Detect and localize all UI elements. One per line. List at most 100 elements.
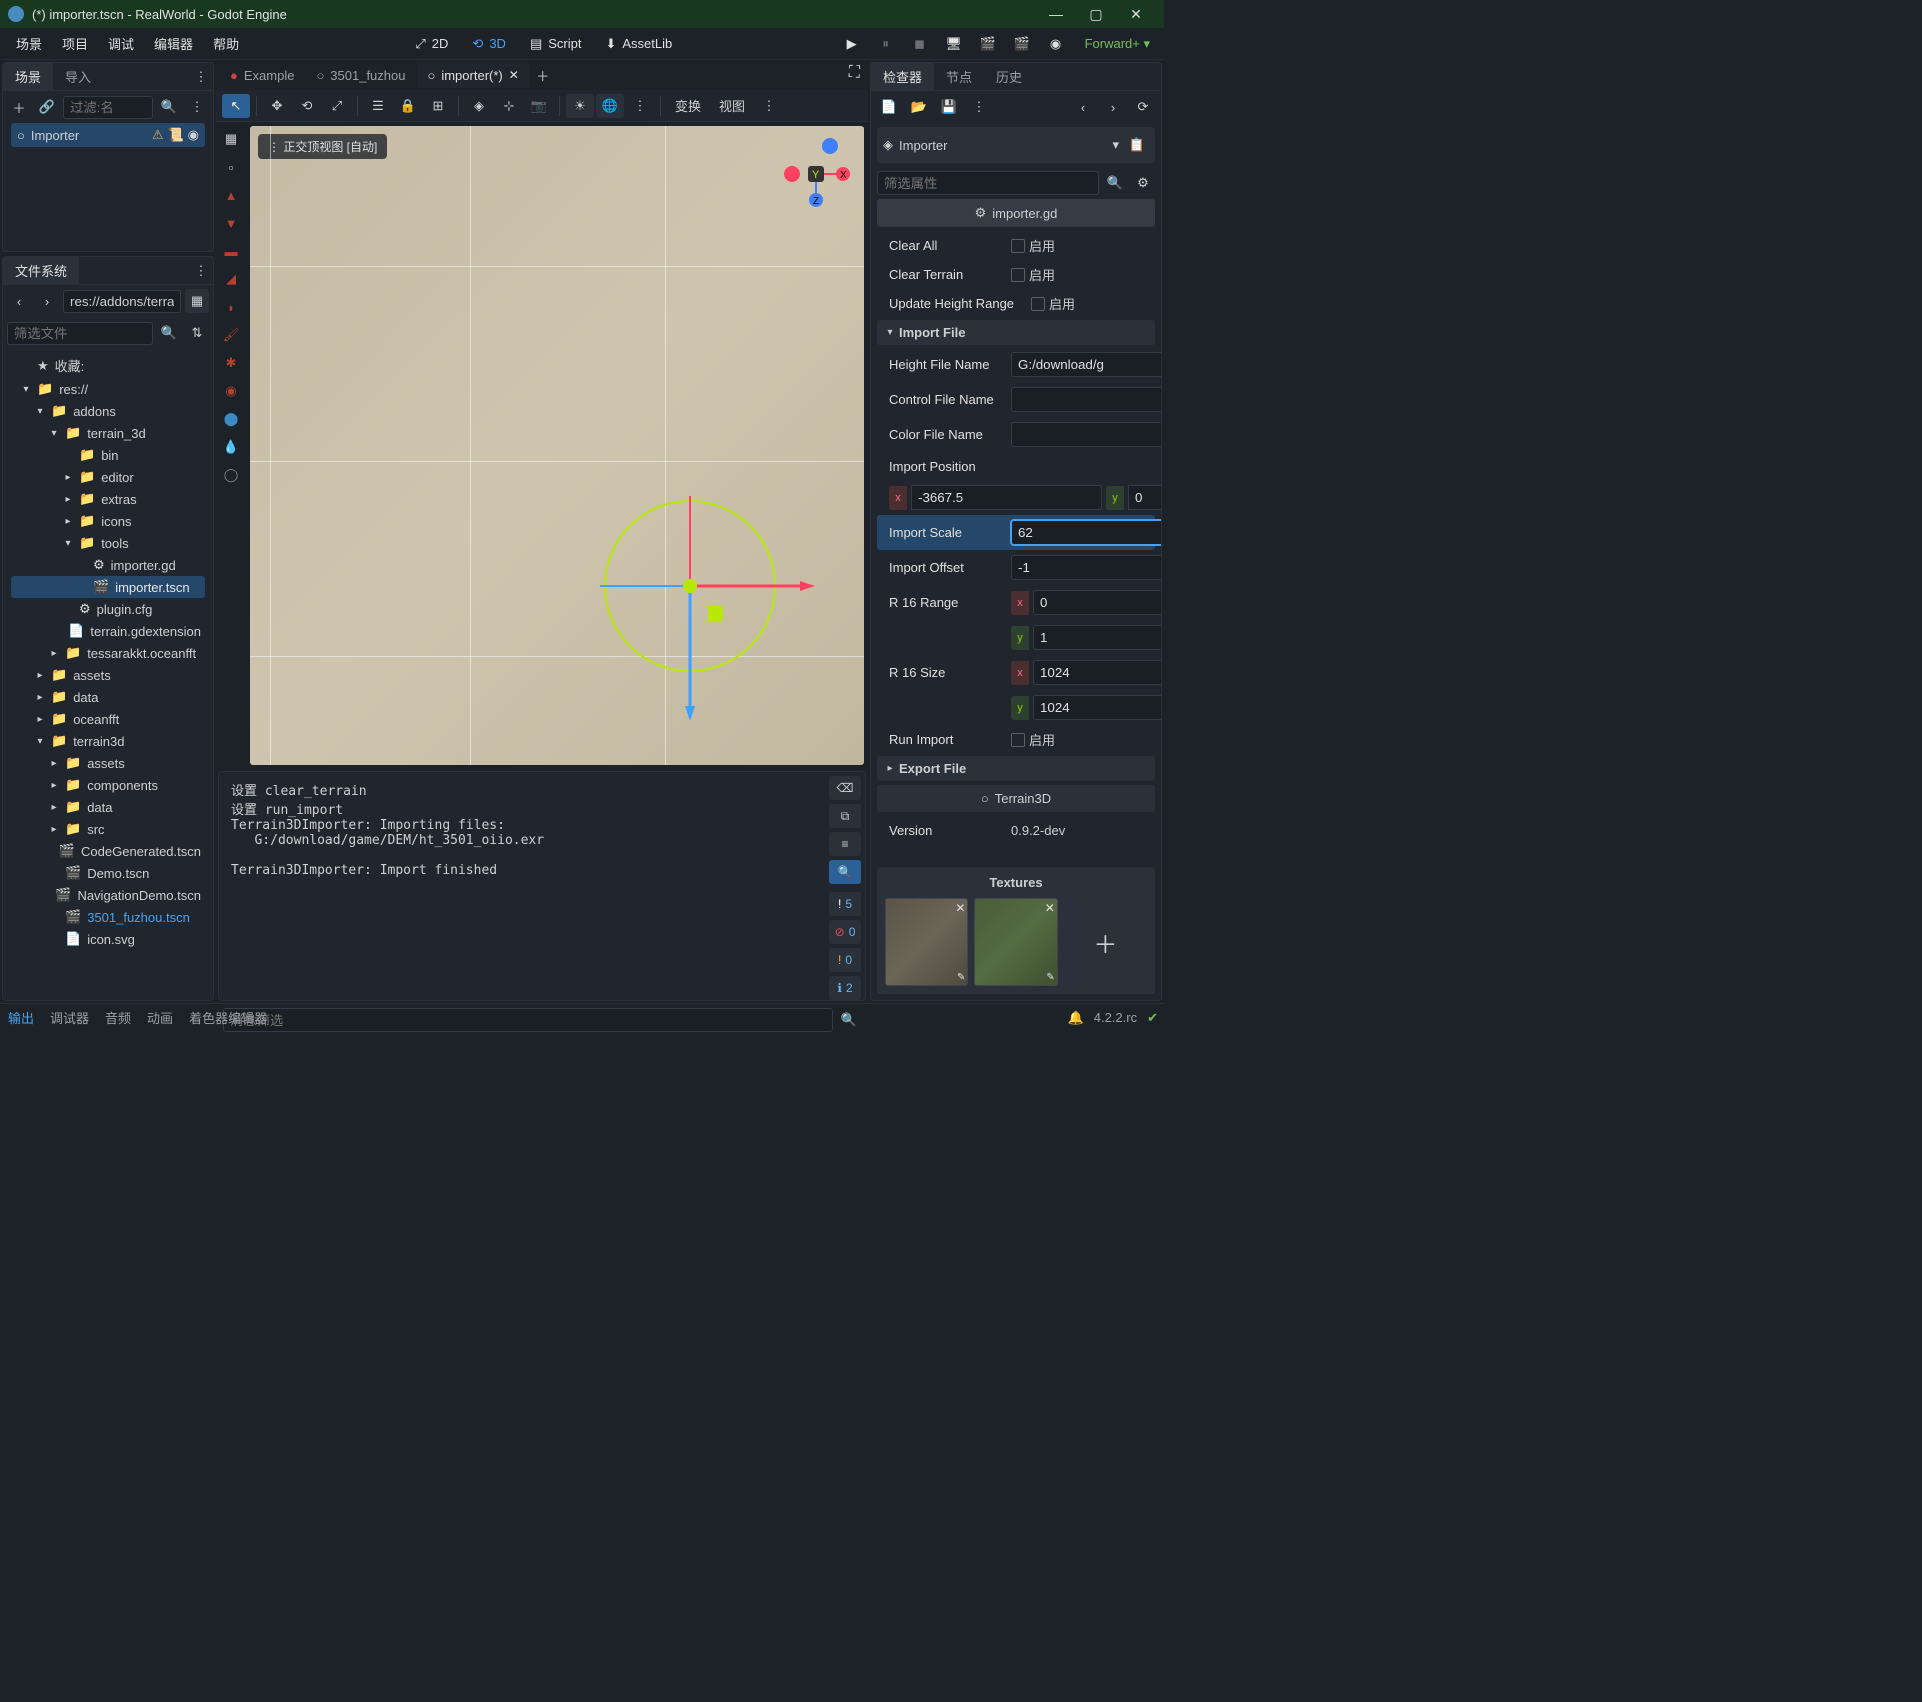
r16-range-x-input[interactable] — [1033, 590, 1161, 615]
history-back-icon[interactable]: ‹ — [1071, 95, 1095, 119]
save-resource-icon[interactable]: 💾 — [937, 95, 961, 119]
menu-project[interactable]: 项目 — [52, 30, 98, 57]
file-tree[interactable]: ★收藏:▾📁res://▾📁addons▾📁terrain_3d 📁bin▸📁e… — [3, 349, 213, 1000]
tree-item[interactable]: ▸📁components — [11, 774, 205, 796]
tree-item[interactable]: 🎬CodeGenerated.tscn — [11, 840, 205, 862]
output-collapse-icon[interactable]: ≡ — [829, 832, 861, 856]
mode-2d[interactable]: ⤢ 2D — [405, 32, 458, 56]
tool-layers[interactable]: ▦ — [218, 126, 244, 152]
tool-raise[interactable]: ▲ — [218, 182, 244, 208]
tool-hole[interactable]: ◯ — [218, 462, 244, 488]
tree-item[interactable]: ★收藏: — [11, 353, 205, 378]
pause-button[interactable]: ⏸ — [873, 31, 899, 57]
forward-button[interactable]: › — [35, 289, 59, 313]
tree-item[interactable]: ⚙plugin.cfg — [11, 598, 205, 620]
height-file-input[interactable] — [1011, 352, 1161, 377]
minimize-button[interactable]: — — [1036, 6, 1076, 22]
sun-tool[interactable]: ☀ — [566, 94, 594, 118]
menu-editor[interactable]: 编辑器 — [144, 30, 203, 57]
play-button[interactable]: ▶ — [839, 31, 865, 57]
output-clear-icon[interactable]: ⌫ — [829, 776, 861, 800]
tree-item[interactable]: 🎬3501_fuzhou.tscn — [11, 906, 205, 928]
import-scale-input[interactable] — [1011, 520, 1161, 545]
close-tab-icon[interactable]: ✕ — [509, 68, 519, 82]
viewport-3d[interactable]: ⋮ 正交顶视图 [自动] — [250, 126, 864, 765]
filter-search-icon[interactable]: 🔍 — [157, 321, 181, 345]
output-error-count[interactable]: ! 5 — [829, 892, 861, 916]
scene-tab-example[interactable]: ●Example — [220, 63, 304, 88]
inspector-menu-icon[interactable]: ⋮ — [967, 95, 991, 119]
script-section-header[interactable]: ⚙ importer.gd — [877, 199, 1155, 227]
tree-item[interactable]: 🎬NavigationDemo.tscn — [11, 884, 205, 906]
tree-item[interactable]: ▾📁terrain3d — [11, 730, 205, 752]
tree-item[interactable]: ▸📁data — [11, 686, 205, 708]
section-import-file[interactable]: ▾Import File — [877, 320, 1155, 345]
group-tool[interactable]: ⊞ — [424, 94, 452, 118]
viewport-label[interactable]: ⋮ 正交顶视图 [自动] — [258, 134, 387, 159]
update-height-checkbox[interactable] — [1031, 297, 1045, 311]
view-submenu[interactable]: ⋮ — [755, 94, 783, 118]
filesystem-menu-icon[interactable]: ⋮ — [189, 259, 213, 283]
output-text[interactable]: 设置 clear_terrain 设置 run_import Terrain3D… — [219, 772, 825, 1004]
tree-item[interactable]: ▾📁terrain_3d — [11, 422, 205, 444]
transform-gizmo[interactable] — [600, 456, 864, 756]
history-reload-icon[interactable]: ⟳ — [1131, 95, 1155, 119]
tree-item[interactable]: ▸📁icons — [11, 510, 205, 532]
new-tab-button[interactable]: ＋ — [531, 63, 555, 87]
import-offset-input[interactable] — [1011, 555, 1161, 580]
list-tool[interactable]: ☰ — [364, 94, 392, 118]
control-file-input[interactable] — [1011, 387, 1161, 412]
tool-color[interactable]: ◉ — [218, 378, 244, 404]
tab-node[interactable]: 节点 — [934, 62, 984, 91]
r16-size-y-input[interactable] — [1033, 695, 1161, 720]
menu-scene[interactable]: 场景 — [6, 30, 52, 57]
movie-button[interactable]: ◉ — [1043, 31, 1069, 57]
history-fwd-icon[interactable]: › — [1101, 95, 1125, 119]
render-mode[interactable]: Forward+ ▾ — [1077, 32, 1158, 56]
warning-icon[interactable]: ⚠ — [152, 127, 164, 143]
tab-filesystem[interactable]: 文件系统 — [3, 256, 79, 285]
output-search-icon[interactable]: 🔍 — [829, 860, 861, 884]
transform-menu[interactable]: 变换 — [667, 94, 709, 118]
color-file-input[interactable] — [1011, 422, 1161, 447]
output-warn-count[interactable]: ! 0 — [829, 948, 861, 972]
output-filter-input[interactable] — [223, 1008, 833, 1032]
inspector-search-icon[interactable]: 🔍 — [1103, 171, 1127, 195]
inspector-filter-input[interactable] — [877, 171, 1099, 195]
filesystem-filter-input[interactable] — [7, 322, 153, 345]
stop-button[interactable]: ◼ — [907, 31, 933, 57]
add-texture-button[interactable]: ＋ — [1064, 898, 1147, 986]
output-filter-search-icon[interactable]: 🔍 — [837, 1008, 861, 1032]
tab-history[interactable]: 历史 — [984, 62, 1034, 91]
clear-terrain-checkbox[interactable] — [1011, 268, 1025, 282]
scene-tab-importer[interactable]: ○importer(*)✕ — [417, 63, 528, 88]
tree-item[interactable]: ▸📁tessarakkt.oceanfft — [11, 642, 205, 664]
scene-root-node[interactable]: ○ Importer ⚠ 📜 ◉ — [11, 123, 205, 147]
tree-item[interactable]: ▸📁extras — [11, 488, 205, 510]
r16-range-y-input[interactable] — [1033, 625, 1161, 650]
bottom-tab-shader[interactable]: 着色器编辑器 — [187, 1004, 269, 1031]
menu-debug[interactable]: 调试 — [98, 30, 144, 57]
tree-item[interactable]: 📁bin — [11, 444, 205, 466]
tree-item[interactable]: ▸📁data — [11, 796, 205, 818]
output-info-count[interactable]: ℹ 2 — [829, 976, 861, 1000]
remove-icon[interactable]: ✕ — [955, 901, 965, 915]
lock-tool[interactable]: 🔒 — [394, 94, 422, 118]
tool-spray[interactable]: ✱ — [218, 350, 244, 376]
tool-lower[interactable]: ▼ — [218, 210, 244, 236]
search-icon[interactable]: 🔍 — [157, 95, 181, 119]
play-scene-button[interactable]: 🎬 — [975, 31, 1001, 57]
mode-script[interactable]: ▤ Script — [520, 32, 592, 56]
menu-help[interactable]: 帮助 — [203, 30, 249, 57]
back-button[interactable]: ‹ — [7, 289, 31, 313]
tree-item[interactable]: ▸📁editor — [11, 466, 205, 488]
cube-tool[interactable]: ◈ — [465, 94, 493, 118]
split-mode-icon[interactable]: ▦ — [185, 289, 209, 313]
tab-import[interactable]: 导入 — [53, 62, 103, 91]
texture-slot-0[interactable]: ✕✎ — [885, 898, 968, 986]
tab-inspector[interactable]: 检查器 — [871, 62, 934, 91]
output-x-count[interactable]: ⊘ 0 — [829, 920, 861, 944]
mode-assetlib[interactable]: ⬇ AssetLib — [595, 32, 682, 56]
more-tool[interactable]: ⋮ — [626, 94, 654, 118]
move-tool[interactable]: ✥ — [263, 94, 291, 118]
